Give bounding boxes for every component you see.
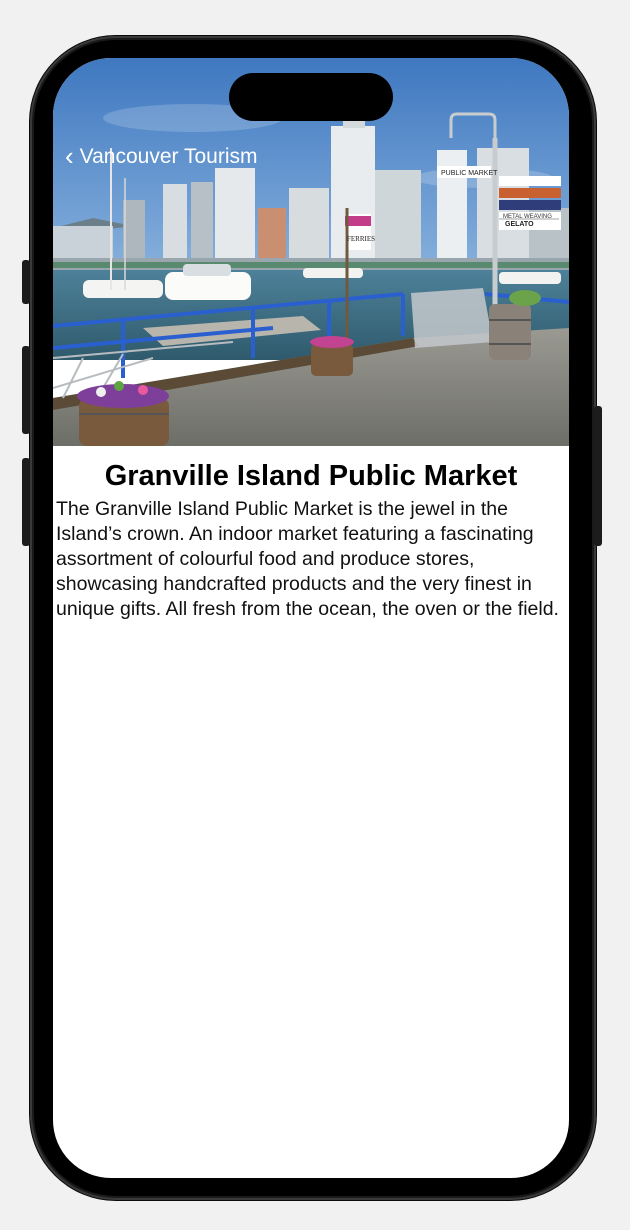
dynamic-island	[229, 73, 393, 121]
sign-metal-weaving: METAL WEAVING	[503, 214, 552, 220]
power-button	[594, 406, 602, 546]
description-text: The Granville Island Public Market is th…	[56, 498, 559, 620]
sign-gelato: GELATO	[505, 221, 534, 228]
chevron-left-icon: ‹	[65, 141, 74, 171]
back-button-label: Vancouver Tourism	[79, 145, 258, 168]
detail-content: Granville Island Public Market The Granv…	[53, 456, 569, 622]
volume-down-button	[22, 458, 30, 546]
back-button[interactable]: ‹ Vancouver Tourism	[65, 141, 258, 171]
page-title: Granville Island Public Market	[104, 460, 518, 492]
volume-up-button	[22, 346, 30, 434]
sign-public-market: PUBLIC MARKET	[441, 170, 498, 177]
hero-image: PUBLIC MARKET GELATO METAL WEAVING FERRI…	[53, 58, 569, 446]
screen: PUBLIC MARKET GELATO METAL WEAVING FERRI…	[53, 58, 569, 1178]
mute-switch	[22, 260, 30, 304]
sign-ferries: FERRIES	[347, 235, 375, 243]
